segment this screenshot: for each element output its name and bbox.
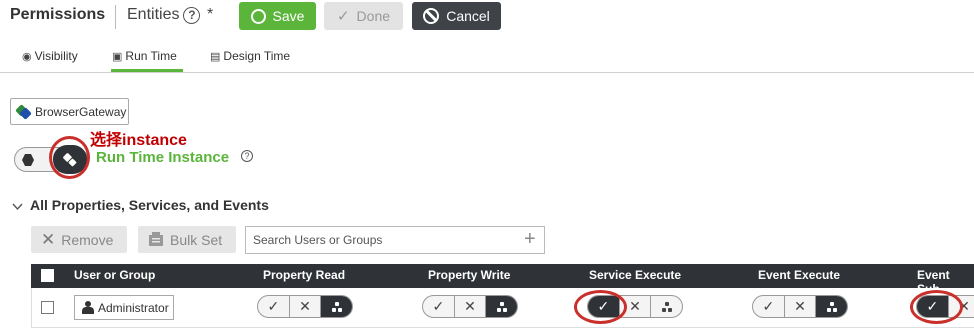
unsaved-marker: * (207, 6, 214, 23)
tab-run-time[interactable]: ▣ Run Time (112, 47, 177, 65)
title-divider (115, 5, 116, 29)
tab-visibility[interactable]: ◉ Visibility (22, 47, 78, 65)
entities-label: Entities ? (127, 6, 201, 24)
cancel-button[interactable]: Cancel (412, 2, 501, 30)
search-input[interactable]: Search Users or Groups (245, 226, 545, 254)
highlight-circle-service-execute (574, 290, 627, 324)
done-label: Done (356, 8, 391, 24)
deny-cross-icon[interactable]: ✕ (453, 296, 486, 317)
visibility-icon: ◉ (22, 50, 32, 63)
tab-visibility-label: Visibility (34, 49, 78, 63)
save-ring-icon (250, 8, 266, 24)
instance-chip[interactable]: BrowserGateway (10, 98, 129, 125)
remove-label: Remove (61, 231, 114, 248)
row-checkbox[interactable] (41, 301, 54, 314)
column-header-service-execute: Service Execute (589, 268, 682, 282)
bulk-set-label: Bulk Set (170, 231, 223, 248)
run-time-instance-title: Run Time Instance (96, 149, 230, 166)
checkmark-icon: ✓ (336, 8, 350, 25)
tab-run-time-label: Run Time (125, 49, 177, 63)
inherit-icon[interactable] (320, 296, 352, 317)
instance-chip-label: BrowserGateway (35, 104, 127, 119)
save-button[interactable]: Save (239, 2, 316, 30)
chevron-down-icon[interactable] (12, 200, 23, 214)
column-header-user-or-group: User or Group (74, 268, 156, 282)
user-chip[interactable]: Administrator (74, 295, 174, 320)
select-all-checkbox[interactable] (41, 269, 54, 282)
page-title: Permissions (10, 6, 106, 23)
permission-toggle-property-read[interactable]: ✓ ✕ (257, 295, 353, 318)
column-header-property-read: Property Read (263, 268, 346, 282)
allow-check-icon[interactable]: ✓ (423, 296, 454, 317)
column-header-event-execute: Event Execute (758, 268, 841, 282)
inherit-icon[interactable] (815, 296, 847, 317)
allow-check-icon[interactable]: ✓ (258, 296, 289, 317)
thing-instance-icon (15, 104, 32, 120)
add-icon[interactable]: + (524, 228, 536, 251)
inherit-icon[interactable] (650, 296, 682, 317)
column-header-property-write: Property Write (428, 268, 511, 282)
help-icon[interactable]: ? (183, 6, 201, 24)
design-time-icon: ▤ (210, 50, 221, 63)
permission-toggle-property-write[interactable]: ✓ ✕ (422, 295, 518, 318)
allow-check-icon[interactable]: ✓ (753, 296, 784, 317)
user-icon (82, 301, 94, 314)
save-label: Save (272, 8, 305, 24)
tab-design-time[interactable]: ▤ Design Time (210, 47, 290, 65)
done-button[interactable]: ✓ Done (324, 2, 403, 30)
bulk-set-icon (149, 232, 163, 246)
search-placeholder: Search Users or Groups (253, 233, 383, 247)
cancel-label: Cancel (446, 8, 490, 24)
close-icon: ✕ (41, 229, 56, 249)
deny-cross-icon[interactable]: ✕ (288, 296, 321, 317)
run-time-icon: ▣ (112, 50, 123, 63)
help-icon[interactable]: ? (241, 150, 253, 162)
permission-toggle-event-execute[interactable]: ✓ ✕ (752, 295, 848, 318)
cancel-icon (423, 8, 440, 24)
highlight-circle-toggle (49, 136, 90, 179)
section-title: All Properties, Services, and Events (30, 197, 269, 213)
tab-design-time-label: Design Time (223, 49, 291, 63)
tab-divider (0, 72, 974, 73)
remove-button[interactable]: ✕ Remove (31, 226, 127, 253)
entities-text: Entities (127, 6, 180, 23)
user-name: Administrator (98, 300, 169, 315)
annotation-text: 选择instance (90, 132, 187, 149)
bulk-set-button[interactable]: Bulk Set (138, 226, 236, 253)
deny-cross-icon[interactable]: ✕ (783, 296, 816, 317)
highlight-circle-event-sub (910, 290, 963, 324)
inherit-icon[interactable] (485, 296, 517, 317)
